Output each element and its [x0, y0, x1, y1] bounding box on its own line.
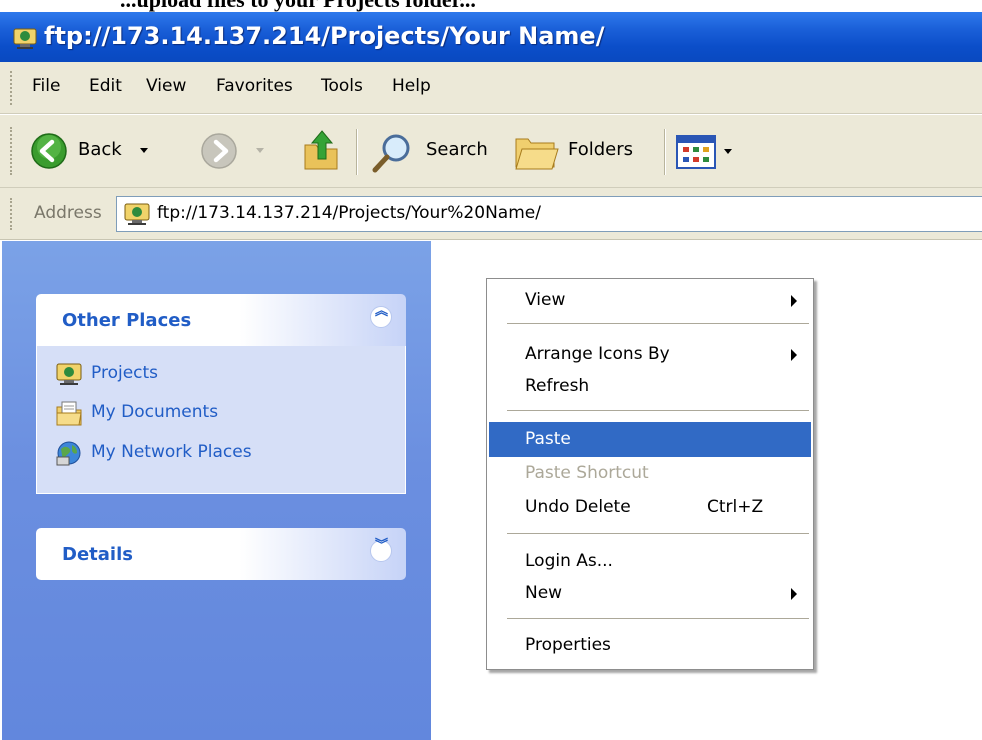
- folders-button[interactable]: Folders: [514, 115, 652, 188]
- menu-item-login-as[interactable]: Login As...: [489, 545, 811, 577]
- addressbar-grip[interactable]: [10, 198, 14, 230]
- views-icon: [676, 135, 716, 169]
- menu-item-label: Refresh: [525, 376, 590, 396]
- submenu-arrow-icon: [791, 349, 797, 361]
- toolbar-separator: [664, 129, 666, 175]
- menu-item-properties[interactable]: Properties: [489, 629, 811, 661]
- menu-file[interactable]: File: [32, 76, 60, 96]
- menu-item-undo-delete[interactable]: Undo Delete Ctrl+Z: [489, 491, 811, 523]
- place-label-projects: Projects: [91, 363, 159, 383]
- ftp-folder-icon: [56, 363, 82, 385]
- menu-item-label: Properties: [525, 635, 611, 655]
- address-label: Address: [34, 203, 102, 223]
- up-button[interactable]: [298, 115, 346, 188]
- views-dropdown-arrow[interactable]: [724, 149, 732, 154]
- menu-item-label: Paste: [525, 429, 571, 449]
- menu-separator: [507, 618, 809, 619]
- window-title: ftp://173.14.137.214/Projects/Your Name/: [44, 22, 605, 50]
- menu-separator: [507, 323, 809, 324]
- views-button[interactable]: [676, 115, 746, 188]
- menu-view[interactable]: View: [146, 76, 186, 96]
- toolbar-grip[interactable]: [10, 127, 14, 175]
- menu-tools[interactable]: Tools: [321, 76, 363, 96]
- forward-arrow-icon: [201, 133, 237, 169]
- back-label: Back: [78, 139, 122, 160]
- menu-item-paste[interactable]: Paste: [489, 422, 811, 457]
- caption-text: ...upload files to your Projects folder.…: [120, 0, 476, 12]
- address-input[interactable]: ftp://173.14.137.214/Projects/Your%20Nam…: [116, 196, 982, 232]
- search-button[interactable]: Search: [370, 115, 500, 188]
- menu-separator: [507, 533, 809, 534]
- menu-item-arrange-icons-by[interactable]: Arrange Icons By: [489, 338, 811, 370]
- menu-item-new[interactable]: New: [489, 577, 811, 609]
- submenu-arrow-icon: [791, 295, 797, 307]
- forward-dropdown-arrow[interactable]: [256, 148, 264, 153]
- menu-edit[interactable]: Edit: [89, 76, 122, 96]
- menu-bar: File Edit View Favorites Tools Help: [0, 62, 982, 114]
- task-pane: Other Places ︽ Projects My Documents My …: [0, 241, 431, 740]
- menu-item-paste-shortcut: Paste Shortcut: [489, 457, 811, 489]
- menu-item-label: View: [525, 290, 566, 310]
- ftp-folder-icon: [124, 203, 150, 225]
- menubar-grip[interactable]: [10, 71, 14, 105]
- back-dropdown-arrow[interactable]: [140, 148, 148, 153]
- title-bar[interactable]: ftp://173.14.137.214/Projects/Your Name/: [0, 12, 982, 62]
- up-folder-icon: [304, 130, 338, 170]
- other-places-header[interactable]: Other Places ︽: [36, 294, 406, 346]
- place-label-my-network-places: My Network Places: [91, 442, 252, 462]
- menu-item-refresh[interactable]: Refresh: [489, 370, 811, 402]
- address-value: ftp://173.14.137.214/Projects/Your%20Nam…: [157, 203, 541, 223]
- search-label: Search: [426, 139, 488, 160]
- menu-item-label: Login As...: [525, 551, 613, 571]
- details-title: Details: [62, 544, 133, 565]
- collapse-chevron-icon[interactable]: ︽: [370, 305, 392, 328]
- caption-strip: ...upload files to your Projects folder.…: [0, 0, 982, 12]
- menu-item-label: New: [525, 583, 563, 603]
- back-arrow-icon: [31, 133, 67, 169]
- menu-item-label: Paste Shortcut: [525, 463, 649, 483]
- folders-label: Folders: [568, 139, 634, 160]
- context-menu: View Arrange Icons By Refresh Paste Past…: [486, 278, 814, 670]
- other-places-list: Projects My Documents My Network Places: [36, 346, 406, 494]
- other-places-title: Other Places: [62, 310, 192, 331]
- menu-item-shortcut: Ctrl+Z: [707, 497, 764, 517]
- standard-toolbar: Back Search Folders: [0, 115, 982, 188]
- expand-chevron-icon[interactable]: ︾: [370, 539, 392, 562]
- place-label-my-documents: My Documents: [91, 402, 219, 422]
- network-places-icon: [56, 441, 81, 466]
- toolbar-separator: [356, 129, 358, 175]
- menu-separator: [507, 410, 809, 411]
- search-icon: [372, 134, 410, 173]
- menu-favorites[interactable]: Favorites: [216, 76, 293, 96]
- details-header[interactable]: Details ︾: [36, 528, 406, 580]
- my-documents-icon: [56, 401, 82, 426]
- forward-button[interactable]: [200, 115, 280, 188]
- folders-icon: [515, 138, 559, 170]
- ftp-globe-icon: [13, 28, 37, 49]
- submenu-arrow-icon: [791, 588, 797, 600]
- menu-item-label: Undo Delete: [525, 497, 631, 517]
- address-bar: Address ftp://173.14.137.214/Projects/Yo…: [0, 188, 982, 240]
- menu-item-label: Arrange Icons By: [525, 344, 670, 364]
- menu-item-view[interactable]: View: [489, 284, 811, 316]
- menu-help[interactable]: Help: [392, 76, 431, 96]
- details-panel: Details ︾: [36, 528, 406, 580]
- other-places-panel: Other Places ︽ Projects My Documents My …: [36, 294, 406, 498]
- back-button[interactable]: Back: [30, 115, 190, 188]
